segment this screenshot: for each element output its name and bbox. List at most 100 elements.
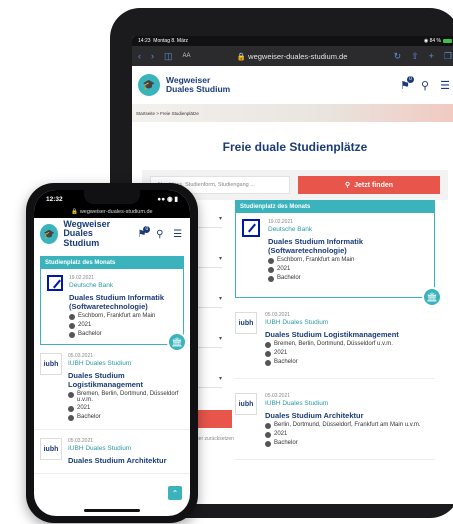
- iubh-logo-icon: iubh: [235, 312, 257, 334]
- calendar-icon: [268, 267, 274, 273]
- location-pin-icon: [268, 258, 274, 264]
- job-company[interactable]: IUBH Duales Studium: [265, 319, 399, 326]
- calendar-icon: [68, 406, 74, 412]
- featured-job-card[interactable]: Studienplatz des Monats 19.02.2021 Deuts…: [235, 200, 442, 307]
- tablet-status-bar: 14:23 Montag 8. März ◉ 84 %: [132, 36, 453, 46]
- logo-line-2: Duales Studium: [63, 228, 100, 248]
- list-item[interactable]: iubh 05.03.2021 IUBH Duales Studium Dual…: [34, 345, 190, 430]
- job-location: Eschborn, Frankfurt am Main: [277, 257, 355, 263]
- job-title[interactable]: Duales Studium Architektur: [68, 456, 167, 465]
- featured-heading: Studienplatz des Monats: [41, 257, 183, 269]
- job-company[interactable]: Deutsche Bank: [268, 226, 428, 233]
- job-degree: Bachelor: [77, 414, 101, 420]
- job-company[interactable]: IUBH Duales Studium: [265, 400, 421, 407]
- forward-icon[interactable]: ›: [151, 51, 154, 61]
- menu-icon[interactable]: ☰: [438, 79, 452, 92]
- list-item[interactable]: iubh 05.03.2021 IUBH Duales Studium Dual…: [235, 312, 435, 379]
- iubh-logo-icon: iubh: [40, 353, 62, 375]
- back-icon[interactable]: ‹: [138, 51, 141, 61]
- browser-toolbar: ‹ › ◫ AA 🔒 wegweiser-duales-studium.de ↻…: [132, 46, 453, 66]
- scroll-to-top-button[interactable]: ⌃: [168, 486, 182, 500]
- calendar-icon: [265, 432, 271, 438]
- status-time: 12:32: [46, 195, 63, 203]
- search-icon[interactable]: ⚲: [153, 229, 166, 240]
- award-badge-icon: 🏛: [422, 287, 442, 307]
- calendar-icon: [265, 351, 271, 357]
- degree-icon: [69, 332, 75, 338]
- status-time: 14:23: [138, 38, 151, 44]
- job-company[interactable]: IUBH Duales Studium: [68, 445, 167, 452]
- job-title[interactable]: Duales Studium Informatik (Softwaretechn…: [69, 293, 177, 311]
- job-location: Bremen, Berlin, Dortmund, Düsseldorf u.v…: [274, 341, 393, 347]
- graduation-cap-icon[interactable]: 🎓: [138, 74, 160, 96]
- signal-wifi-battery-icon: ●● ◉ ▮: [157, 196, 178, 203]
- job-date: 19.02.2021: [268, 219, 294, 225]
- location-pin-icon: [68, 392, 74, 398]
- hero-banner: Startseite > Freie Studienplätze: [132, 104, 453, 122]
- status-battery: 84 %: [429, 38, 441, 44]
- job-company[interactable]: IUBH Duales Studium: [68, 360, 184, 367]
- job-location: Bremen, Berlin, Dortmund, Düsseldorf u.v…: [77, 391, 179, 403]
- job-year: 2021: [78, 322, 92, 328]
- site-logo[interactable]: Wegweiser Duales Studium: [166, 76, 230, 94]
- phone-notch: [84, 190, 140, 204]
- job-date: 19.02.2021: [69, 275, 95, 281]
- address-bar[interactable]: 🔒 wegweiser-duales-studium.de: [34, 208, 190, 218]
- find-button[interactable]: ⚲ Jetzt finden: [298, 176, 440, 194]
- degree-icon: [265, 360, 271, 366]
- job-year: 2021: [77, 405, 91, 411]
- logo-line-2: Duales Studium: [166, 84, 231, 94]
- job-date: 05.03.2021: [265, 393, 291, 399]
- bookmark-icon[interactable]: ⚑ 0: [136, 225, 151, 240]
- job-title[interactable]: Duales Studium Informatik (Softwaretechn…: [268, 237, 428, 255]
- job-title[interactable]: Duales Studium Logistikmanagement: [68, 371, 184, 389]
- chevron-up-icon: ⌃: [171, 488, 179, 498]
- iubh-logo-icon: iubh: [235, 393, 257, 415]
- degree-icon: [68, 415, 74, 421]
- site-header: 🎓 Wegweiser Duales Studium ⚑ 0 ⚲ ☰: [34, 218, 190, 250]
- home-indicator: [84, 509, 140, 512]
- job-company[interactable]: Deutsche Bank: [69, 282, 177, 289]
- job-date: 05.03.2021: [265, 312, 291, 318]
- search-icon[interactable]: ⚲: [418, 79, 432, 92]
- location-pin-icon: [265, 342, 271, 348]
- list-item[interactable]: iubh 05.03.2021 IUBH Duales Studium Dual…: [235, 393, 435, 460]
- wifi-icon: ◉: [423, 38, 429, 44]
- bookmark-badge: 0: [407, 75, 414, 83]
- job-location: Berlin, Dortmund, Düsseldorf, Frankfurt …: [274, 422, 421, 428]
- tabs-icon[interactable]: ❐: [444, 51, 452, 62]
- job-list: Studienplatz des Monats 19.02.2021 Deuts…: [235, 200, 442, 460]
- address-bar[interactable]: 🔒 wegweiser-duales-studium.de: [201, 52, 384, 61]
- search-icon: ⚲: [344, 182, 351, 189]
- featured-job-card[interactable]: Studienplatz des Monats 19.02.2021 Deuts…: [40, 256, 187, 352]
- new-tab-icon[interactable]: +: [429, 51, 434, 61]
- deutsche-bank-logo-icon: [47, 275, 63, 291]
- location-pin-icon: [265, 423, 271, 429]
- calendar-icon: [69, 323, 75, 329]
- job-year: 2021: [274, 431, 288, 437]
- bookmark-badge: 0: [143, 225, 151, 233]
- page-title: Freie duale Studienplätze: [222, 140, 368, 154]
- graduation-cap-icon[interactable]: 🎓: [40, 224, 59, 244]
- reset-filter-link[interactable]: Filter zurücksetzen: [192, 436, 234, 442]
- job-title[interactable]: Duales Studium Architektur: [265, 411, 421, 420]
- job-degree: Bachelor: [78, 331, 102, 337]
- job-location: Eschborn, Frankfurt am Main: [78, 313, 156, 319]
- job-degree: Bachelor: [274, 359, 298, 365]
- job-degree: Bachelor: [274, 440, 298, 446]
- degree-icon: [265, 441, 271, 447]
- site-header: 🎓 Wegweiser Duales Studium ⚑ 0 ⚲ ☰: [132, 66, 453, 104]
- book-icon[interactable]: ◫: [164, 51, 173, 62]
- site-logo[interactable]: Wegweiser Duales Studium: [63, 219, 125, 248]
- job-year: 2021: [277, 266, 291, 272]
- reload-icon[interactable]: ↻: [394, 51, 402, 62]
- bookmark-icon[interactable]: ⚑ 0: [398, 75, 414, 92]
- job-title[interactable]: Duales Studium Logistikmanagement: [265, 330, 399, 339]
- list-item[interactable]: iubh 05.03.2021 IUBH Duales Studium Dual…: [34, 430, 190, 474]
- iubh-logo-icon: iubh: [40, 438, 62, 460]
- reader-aa-button[interactable]: AA: [183, 53, 191, 59]
- breadcrumb[interactable]: Startseite > Freie Studienplätze: [136, 111, 199, 116]
- deutsche-bank-logo-icon: [242, 219, 260, 237]
- menu-icon[interactable]: ☰: [171, 229, 184, 240]
- share-icon[interactable]: ⇧: [411, 51, 419, 62]
